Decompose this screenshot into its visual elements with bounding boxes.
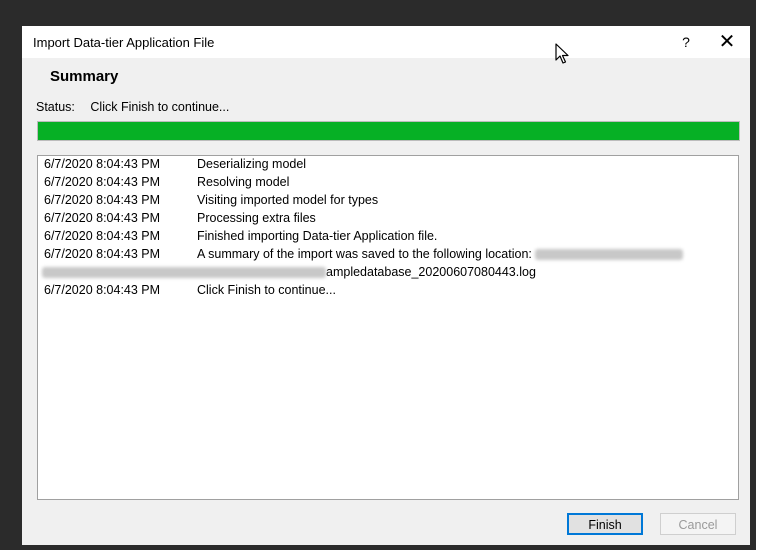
background-window-frame-right [750,0,756,548]
status-text: Click Finish to continue... [90,100,230,114]
status-line: Status: Click Finish to continue... [36,100,229,114]
redacted-path [535,249,684,261]
log-path-tail: ampledatabase_20200607080443.log [326,265,536,279]
log-row: 6/7/2020 8:04:43 PM Visiting imported mo… [38,192,738,210]
log-message: Resolving model [197,175,290,189]
redacted-path [42,267,326,279]
status-label: Status: [36,100,75,114]
summary-heading: Summary [50,68,119,85]
log-time: 6/7/2020 8:04:43 PM [44,211,161,225]
log-row: 6/7/2020 8:04:43 PM Processing extra fil… [38,210,738,228]
cancel-button[interactable]: Cancel [660,513,736,535]
mouse-pointer-icon [555,43,569,64]
log-time: 6/7/2020 8:04:43 PM [44,283,161,297]
log-row: 6/7/2020 8:04:43 PM A summary of the imp… [38,246,738,264]
close-button[interactable]: ✕ [712,28,742,56]
import-dialog: Import Data-tier Application File ? ✕ Su… [22,26,750,545]
log-time: 6/7/2020 8:04:43 PM [44,247,161,261]
log-time: 6/7/2020 8:04:43 PM [44,193,161,207]
log-message: Click Finish to continue... [197,283,336,297]
log-time: 6/7/2020 8:04:43 PM [44,175,161,189]
log-message-continuation: ampledatabase_20200607080443.log [42,265,536,279]
log-row-continuation: ampledatabase_20200607080443.log [38,264,738,282]
log-list[interactable]: 6/7/2020 8:04:43 PM Deserializing model … [37,155,739,500]
log-row: 6/7/2020 8:04:43 PM Finished importing D… [38,228,738,246]
log-time: 6/7/2020 8:04:43 PM [44,229,161,243]
progress-fill [38,122,739,140]
background-window-frame-top [0,0,756,26]
finish-button[interactable]: Finish [567,513,643,535]
log-message: Deserializing model [197,157,307,171]
dialog-title: Import Data-tier Application File [33,35,215,50]
log-row: 6/7/2020 8:04:43 PM Resolving model [38,174,738,192]
log-message: Finished importing Data-tier Application… [197,229,438,243]
background-window-frame-bottom [0,545,756,550]
progress-bar [37,121,740,141]
help-button[interactable]: ? [672,28,700,56]
log-message-text: A summary of the import was saved to the… [197,247,532,261]
log-message: Processing extra files [197,211,316,225]
background-window-frame-left [0,0,22,548]
log-message: Visiting imported model for types [197,193,379,207]
log-message: A summary of the import was saved to the… [197,247,684,261]
log-row: 6/7/2020 8:04:43 PM Click Finish to cont… [38,282,738,300]
log-row: 6/7/2020 8:04:43 PM Deserializing model [38,156,738,174]
dialog-titlebar: Import Data-tier Application File ? ✕ [22,26,750,58]
log-time: 6/7/2020 8:04:43 PM [44,157,161,171]
